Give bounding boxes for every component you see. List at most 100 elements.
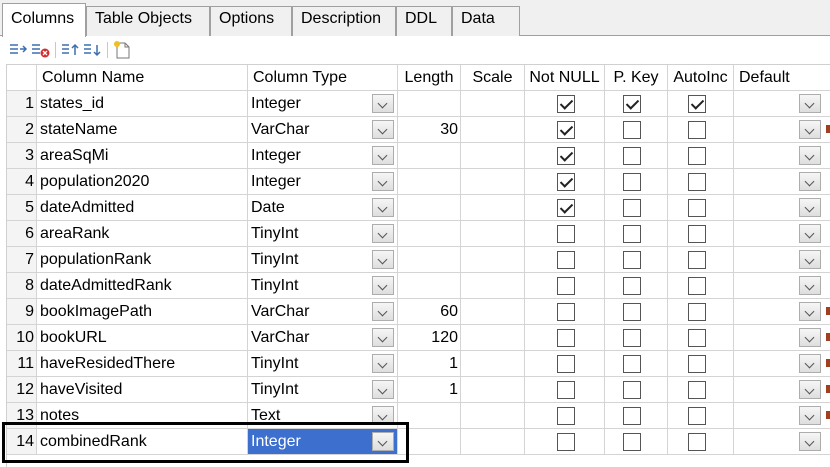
chevron-down-icon[interactable]: [799, 354, 821, 373]
not-null-checkbox[interactable]: [557, 199, 575, 217]
not-null-checkbox[interactable]: [557, 277, 575, 295]
chevron-down-icon[interactable]: [799, 380, 821, 399]
autoinc-checkbox[interactable]: [688, 329, 706, 347]
length-header[interactable]: Length: [398, 65, 461, 91]
insert-column-icon[interactable]: [8, 40, 30, 60]
column-name-cell[interactable]: areaSqMi: [37, 143, 248, 169]
not-null-checkbox[interactable]: [557, 433, 575, 451]
autoinc-checkbox[interactable]: [688, 225, 706, 243]
not-null-checkbox[interactable]: [557, 355, 575, 373]
autoinc-checkbox[interactable]: [688, 433, 706, 451]
chevron-down-icon[interactable]: [799, 250, 821, 269]
autoinc-checkbox[interactable]: [688, 355, 706, 373]
scale-cell[interactable]: [461, 273, 525, 299]
chevron-down-icon[interactable]: [372, 302, 394, 321]
column-name-header[interactable]: Column Name: [37, 65, 248, 91]
table-row[interactable]: 8 dateAdmittedRank TinyInt: [7, 273, 830, 299]
primary-key-checkbox[interactable]: [623, 277, 641, 295]
scale-cell[interactable]: [461, 91, 525, 117]
column-type-cell[interactable]: VarChar: [248, 117, 398, 143]
not-null-checkbox[interactable]: [557, 381, 575, 399]
primary-key-checkbox[interactable]: [623, 303, 641, 321]
primary-key-checkbox[interactable]: [623, 329, 641, 347]
table-row[interactable]: 5 dateAdmitted Date: [7, 195, 830, 221]
autoinc-checkbox[interactable]: [688, 147, 706, 165]
scale-cell[interactable]: [461, 299, 525, 325]
chevron-down-icon[interactable]: [799, 198, 821, 217]
column-name-cell[interactable]: haveResidedThere: [37, 351, 248, 377]
chevron-down-icon[interactable]: [799, 302, 821, 321]
primary-key-checkbox[interactable]: [623, 251, 641, 269]
autoinc-checkbox[interactable]: [688, 95, 706, 113]
scale-cell[interactable]: [461, 325, 525, 351]
autoinc-checkbox[interactable]: [688, 173, 706, 191]
length-cell[interactable]: [398, 273, 461, 299]
default-cell[interactable]: [734, 195, 830, 221]
table-row[interactable]: 3 areaSqMi Integer: [7, 143, 830, 169]
table-row[interactable]: 10 bookURL VarChar 120: [7, 325, 830, 351]
chevron-down-icon[interactable]: [799, 172, 821, 191]
chevron-down-icon[interactable]: [372, 198, 394, 217]
primary-key-checkbox[interactable]: [623, 121, 641, 139]
column-type-cell[interactable]: Integer: [248, 91, 398, 117]
table-row[interactable]: 4 population2020 Integer: [7, 169, 830, 195]
column-type-header[interactable]: Column Type: [248, 65, 398, 91]
column-type-cell[interactable]: TinyInt: [248, 377, 398, 403]
chevron-down-icon[interactable]: [372, 380, 394, 399]
not-null-checkbox[interactable]: [557, 251, 575, 269]
tab-description[interactable]: Description: [292, 6, 396, 36]
default-cell[interactable]: [734, 325, 830, 351]
default-header[interactable]: Default: [734, 65, 830, 91]
primary-key-header[interactable]: P. Key: [605, 65, 668, 91]
tab-data[interactable]: Data: [452, 6, 520, 36]
scale-cell[interactable]: [461, 117, 525, 143]
length-cell[interactable]: 120: [398, 325, 461, 351]
table-row[interactable]: 2 stateName VarChar 30: [7, 117, 830, 143]
chevron-down-icon[interactable]: [372, 354, 394, 373]
column-type-cell[interactable]: VarChar: [248, 325, 398, 351]
chevron-down-icon[interactable]: [799, 276, 821, 295]
default-cell[interactable]: [734, 299, 830, 325]
not-null-checkbox[interactable]: [557, 303, 575, 321]
chevron-down-icon[interactable]: [372, 146, 394, 165]
primary-key-checkbox[interactable]: [623, 95, 641, 113]
table-row[interactable]: 1 states_id Integer: [7, 91, 830, 117]
length-cell[interactable]: 1: [398, 377, 461, 403]
chevron-down-icon[interactable]: [799, 406, 821, 425]
length-cell[interactable]: [398, 221, 461, 247]
not-null-checkbox[interactable]: [557, 329, 575, 347]
not-null-checkbox[interactable]: [557, 173, 575, 191]
autoinc-checkbox[interactable]: [688, 303, 706, 321]
column-type-cell[interactable]: VarChar: [248, 299, 398, 325]
primary-key-checkbox[interactable]: [623, 381, 641, 399]
chevron-down-icon[interactable]: [799, 432, 821, 451]
scale-cell[interactable]: [461, 351, 525, 377]
default-cell[interactable]: [734, 429, 830, 455]
chevron-down-icon[interactable]: [372, 224, 394, 243]
default-cell[interactable]: [734, 377, 830, 403]
not-null-header[interactable]: Not NULL: [525, 65, 605, 91]
tab-options[interactable]: Options: [210, 6, 292, 36]
primary-key-checkbox[interactable]: [623, 433, 641, 451]
table-row[interactable]: 7 populationRank TinyInt: [7, 247, 830, 273]
column-name-cell[interactable]: populationRank: [37, 247, 248, 273]
primary-key-checkbox[interactable]: [623, 173, 641, 191]
table-row[interactable]: 11 haveResidedThere TinyInt 1: [7, 351, 830, 377]
default-cell[interactable]: [734, 169, 830, 195]
table-row[interactable]: 9 bookImagePath VarChar 60: [7, 299, 830, 325]
primary-key-checkbox[interactable]: [623, 199, 641, 217]
length-cell[interactable]: [398, 143, 461, 169]
scale-header[interactable]: Scale: [461, 65, 525, 91]
scale-cell[interactable]: [461, 403, 525, 429]
not-null-checkbox[interactable]: [557, 225, 575, 243]
scale-cell[interactable]: [461, 195, 525, 221]
length-cell[interactable]: [398, 195, 461, 221]
table-row[interactable]: 6 areaRank TinyInt: [7, 221, 830, 247]
autoinc-checkbox[interactable]: [688, 381, 706, 399]
column-type-cell[interactable]: TinyInt: [248, 247, 398, 273]
chevron-down-icon[interactable]: [372, 120, 394, 139]
delete-column-icon[interactable]: [30, 40, 52, 60]
move-up-icon[interactable]: [60, 40, 82, 60]
scale-cell[interactable]: [461, 221, 525, 247]
default-cell[interactable]: [734, 273, 830, 299]
